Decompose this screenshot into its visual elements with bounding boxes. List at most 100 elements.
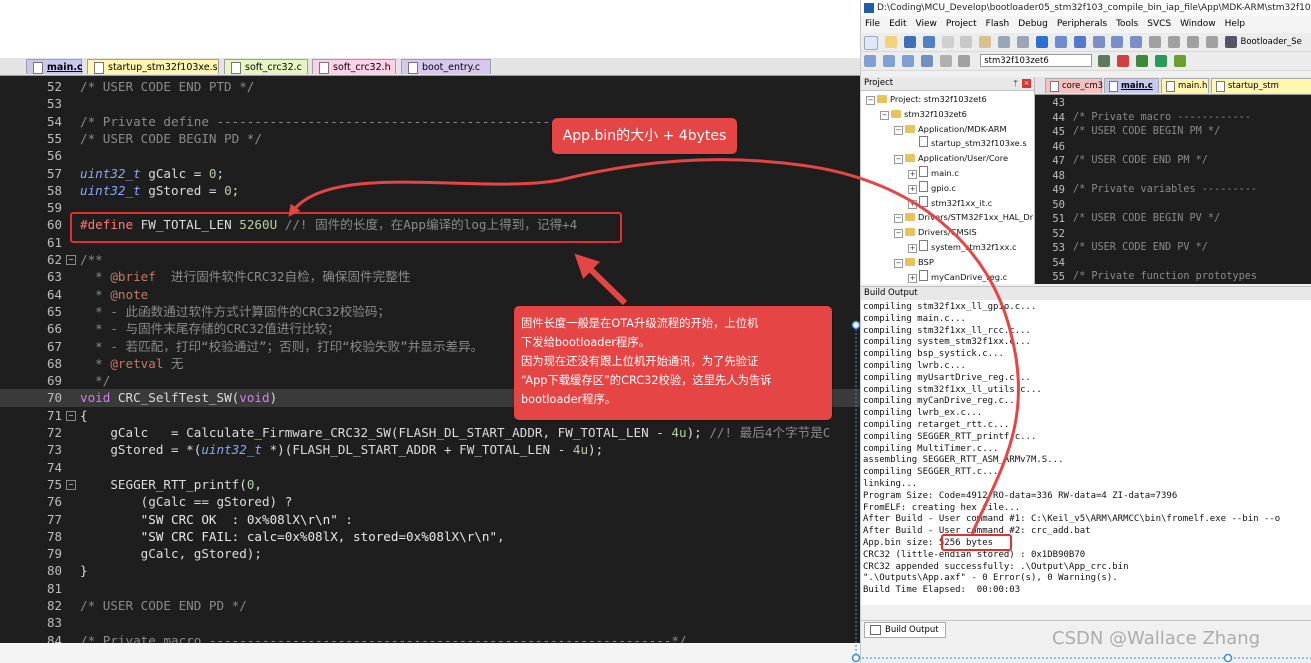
- ide-tab-main-h[interactable]: main.h: [1161, 78, 1209, 93]
- fold-toggle-icon[interactable]: −: [66, 410, 76, 421]
- target-options-icon[interactable]: [958, 55, 971, 67]
- line-number: 62: [46, 252, 62, 267]
- expand-toggle-icon[interactable]: −: [894, 155, 903, 165]
- tree-item[interactable]: + stm32f1xx_it.c: [908, 195, 992, 211]
- fold-toggle-icon[interactable]: −: [66, 479, 76, 490]
- tree-item[interactable]: − BSP: [894, 255, 934, 270]
- expand-toggle-icon[interactable]: −: [894, 214, 903, 224]
- pin-icon[interactable]: ᛘ: [1013, 77, 1018, 90]
- main-toolbar: Bootloader_Se: [861, 33, 1311, 52]
- menu-flash[interactable]: Flash: [986, 19, 1010, 29]
- line-number: 84: [46, 632, 62, 643]
- code-line: 52 /* USER CODE END PTD */: [0, 78, 860, 95]
- editor-tab-soft-crc32-h[interactable]: soft_crc32.h: [312, 59, 396, 74]
- tree-item[interactable]: − Drivers/CMSIS: [894, 225, 977, 240]
- open-folder-icon[interactable]: [884, 36, 897, 48]
- indent-icon[interactable]: [1149, 36, 1162, 48]
- component-icon[interactable]: [1135, 55, 1148, 67]
- menu-file[interactable]: File: [865, 19, 880, 29]
- menu-window[interactable]: Window: [1180, 19, 1216, 29]
- code-text: /* Private macro -----------------------…: [80, 632, 687, 643]
- wand-icon[interactable]: [1098, 55, 1111, 67]
- expand-toggle-icon[interactable]: −: [894, 125, 903, 135]
- fold-toggle-icon[interactable]: −: [66, 255, 76, 265]
- expand-toggle-icon[interactable]: +: [908, 244, 917, 253]
- expand-toggle-icon[interactable]: −: [894, 229, 903, 239]
- pack-icon[interactable]: [1154, 55, 1167, 67]
- expand-toggle-icon[interactable]: −: [880, 110, 889, 120]
- editor-tab-main-c[interactable]: main.c: [26, 59, 83, 74]
- menu-view[interactable]: View: [916, 19, 937, 29]
- menu-peripherals[interactable]: Peripherals: [1057, 19, 1107, 29]
- tree-item[interactable]: − stm32f103zet6: [880, 107, 967, 122]
- env-icon[interactable]: [1173, 55, 1186, 67]
- menu-debug[interactable]: Debug: [1018, 19, 1048, 29]
- expand-toggle-icon[interactable]: +: [908, 199, 917, 209]
- build-icon[interactable]: [882, 55, 895, 67]
- ide-tab-startup-stm[interactable]: startup_stm: [1211, 78, 1311, 93]
- bookmark-clear-icon[interactable]: [1130, 36, 1143, 48]
- bookmark-next-icon[interactable]: [1111, 36, 1124, 48]
- translate-icon[interactable]: [864, 55, 876, 67]
- save-all-icon[interactable]: [922, 36, 935, 48]
- unindent-icon[interactable]: [1168, 36, 1180, 48]
- menu-tools[interactable]: Tools: [1116, 19, 1138, 29]
- line-number: 83: [46, 615, 62, 631]
- bookmark-icon[interactable]: [1073, 36, 1086, 48]
- expand-toggle-icon[interactable]: +: [908, 170, 917, 179]
- line-number: 72: [46, 425, 62, 440]
- build-output-tab[interactable]: Build Output: [864, 622, 946, 638]
- build-output-panel[interactable]: compiling stm32f1xx_ll_gpio.c... compilin…: [861, 300, 1311, 605]
- copy-icon[interactable]: [960, 36, 973, 48]
- menu-edit[interactable]: Edit: [889, 19, 906, 29]
- code-line: 47 /* USER CODE END PM */: [1035, 154, 1311, 169]
- editor-tab-startup-stm32f103xe-s[interactable]: startup_stm32f103xe.s: [87, 59, 219, 74]
- editor-tab-soft-crc32-c[interactable]: soft_crc32.c: [224, 59, 308, 74]
- tree-item[interactable]: startup_stm32f103xe.s: [908, 136, 1027, 151]
- expand-toggle-icon[interactable]: −: [894, 258, 903, 268]
- editor-tab-boot-entry-c[interactable]: boot_entry.c: [401, 59, 491, 74]
- tree-item[interactable]: + gpio.c: [908, 180, 956, 196]
- paste-icon[interactable]: [979, 36, 992, 48]
- cut-icon[interactable]: [941, 36, 954, 48]
- nav-back-icon[interactable]: [1035, 36, 1048, 48]
- tree-item[interactable]: + myCanDrive_reg.c: [908, 269, 1007, 285]
- close-icon[interactable]: ×: [1022, 79, 1031, 88]
- build-output-line: compiling stm32f1xx_ll_gpio.c...: [863, 302, 1037, 312]
- target-icon[interactable]: [1224, 36, 1237, 48]
- uncomment-icon[interactable]: [1205, 36, 1218, 48]
- nav-forward-icon[interactable]: [1054, 36, 1067, 48]
- expand-toggle-icon[interactable]: −: [866, 96, 875, 105]
- tab-label: boot_entry.c: [422, 62, 481, 73]
- tree-item[interactable]: − Application/MDK-ARM: [894, 122, 1007, 137]
- new-file-icon[interactable]: [864, 36, 878, 50]
- ide-code-area[interactable]: 43 44 /* Private macro ------------ 45 /* US…: [1035, 95, 1311, 284]
- manage-icon[interactable]: [1117, 55, 1129, 67]
- tree-item[interactable]: + system_stm32f1xx.c: [908, 240, 1017, 255]
- menu-project[interactable]: Project: [946, 19, 977, 29]
- comment-icon[interactable]: [1186, 36, 1199, 48]
- menu-svcs[interactable]: SVCS: [1147, 19, 1171, 29]
- build-output-line: After Build - User command #1: C:\Keil_v…: [863, 514, 1281, 525]
- ide-tab-main-c[interactable]: main.c: [1104, 78, 1159, 93]
- line-number: 56: [46, 148, 62, 164]
- build-output-line: compiling SEGGER_RTT.c...: [863, 467, 999, 478]
- download-icon[interactable]: [920, 55, 933, 67]
- expand-toggle-icon[interactable]: +: [908, 184, 917, 194]
- debug-icon[interactable]: [939, 55, 952, 67]
- tree-item[interactable]: − Project: stm32f103zet6: [866, 92, 987, 107]
- target-select[interactable]: stm32f103zet6: [980, 54, 1093, 67]
- menu-help[interactable]: Help: [1225, 19, 1246, 29]
- tree-item[interactable]: + main.c: [908, 166, 959, 181]
- save-icon[interactable]: [903, 36, 916, 48]
- redo-icon[interactable]: [1017, 36, 1029, 48]
- undo-icon[interactable]: [998, 36, 1011, 48]
- expand-toggle-icon[interactable]: +: [908, 273, 917, 283]
- line-number: 81: [46, 580, 62, 596]
- toolbar-target-label[interactable]: Bootloader_Se: [1241, 37, 1302, 47]
- tree-item[interactable]: − Application/User/Core: [894, 151, 1008, 166]
- bookmark-prev-icon[interactable]: [1092, 36, 1105, 48]
- rebuild-icon[interactable]: [901, 55, 914, 67]
- tree-item[interactable]: − Drivers/STM32F1xx_HAL_Dr: [894, 210, 1033, 225]
- ide-tab-core-cm3-h[interactable]: core_cm3.h: [1045, 78, 1111, 93]
